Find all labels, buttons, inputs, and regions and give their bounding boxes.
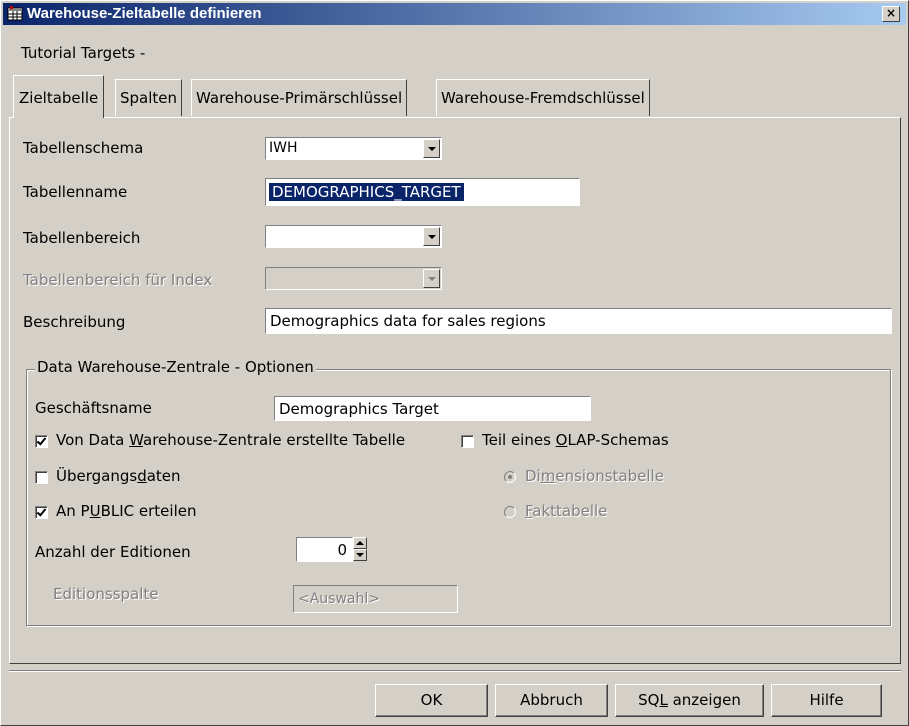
tab-fremdschluessel[interactable]: Warehouse-Fremdschlüssel [436, 79, 650, 116]
business-name-label: Geschäftsname [35, 399, 152, 417]
business-name-value: Demographics Target [279, 400, 439, 418]
close-button[interactable]: × [882, 6, 900, 22]
edition-column-field: <Auswahl> [293, 585, 458, 613]
editions-label: Anzahl der Editionen [35, 543, 191, 561]
tab-primaerschluessel[interactable]: Warehouse-Primärschlüssel [191, 79, 408, 116]
editions-field[interactable]: 0 [296, 537, 353, 562]
subtitle: Tutorial Targets - [21, 44, 146, 62]
window-title: Warehouse-Zieltabelle definieren [27, 5, 262, 22]
cancel-button[interactable]: Abbruch [495, 684, 608, 717]
olap-schema-label[interactable]: Teil eines OLAP-Schemas [482, 431, 669, 449]
tab-label: Zieltabelle [19, 89, 99, 107]
ok-button[interactable]: OK [375, 684, 488, 717]
tab-label: Warehouse-Primärschlüssel [196, 89, 403, 107]
tab-zieltabelle[interactable]: Zieltabelle [13, 75, 105, 118]
close-icon: × [885, 6, 897, 20]
grant-public-checkbox[interactable] [35, 506, 48, 519]
editions-value: 0 [337, 541, 347, 559]
fact-table-label: Fakttabelle [525, 502, 608, 520]
options-group-title: Data Warehouse-Zentrale - Optionen [35, 358, 316, 376]
transient-data-label[interactable]: Übergangsdaten [56, 467, 181, 485]
table-icon [7, 6, 23, 21]
olap-schema-checkbox[interactable] [461, 435, 474, 448]
business-name-field[interactable]: Demographics Target [274, 396, 591, 421]
edition-column-label: Editionsspalte [53, 585, 159, 603]
edition-column-value: <Auswahl> [298, 591, 380, 607]
help-button[interactable]: Hilfe [771, 684, 882, 717]
tab-spalten[interactable]: Spalten [115, 79, 183, 116]
tab-panel [9, 117, 901, 664]
created-by-center-label[interactable]: Von Data Warehouse-Zentrale erstellte Ta… [56, 431, 405, 449]
tab-label: Spalten [120, 89, 178, 107]
title-bar[interactable]: Warehouse-Zieltabelle definieren × [3, 3, 906, 25]
transient-data-checkbox[interactable] [35, 471, 48, 484]
grant-public-label[interactable]: An PUBLIC erteilen [56, 502, 196, 520]
dialog-window: Warehouse-Zieltabelle definieren × Tutor… [0, 0, 909, 726]
fact-table-radio [504, 506, 516, 518]
spin-down-icon[interactable] [353, 549, 367, 561]
editions-spinner[interactable] [353, 537, 367, 561]
tab-label: Warehouse-Fremdschlüssel [441, 89, 645, 107]
button-separator [9, 670, 901, 672]
dimension-table-radio [504, 471, 516, 483]
show-sql-button[interactable]: SQL anzeigen [615, 684, 764, 717]
dimension-table-label: Dimensionstabelle [525, 467, 664, 485]
created-by-center-checkbox[interactable] [35, 435, 48, 448]
spin-up-icon[interactable] [353, 537, 367, 549]
